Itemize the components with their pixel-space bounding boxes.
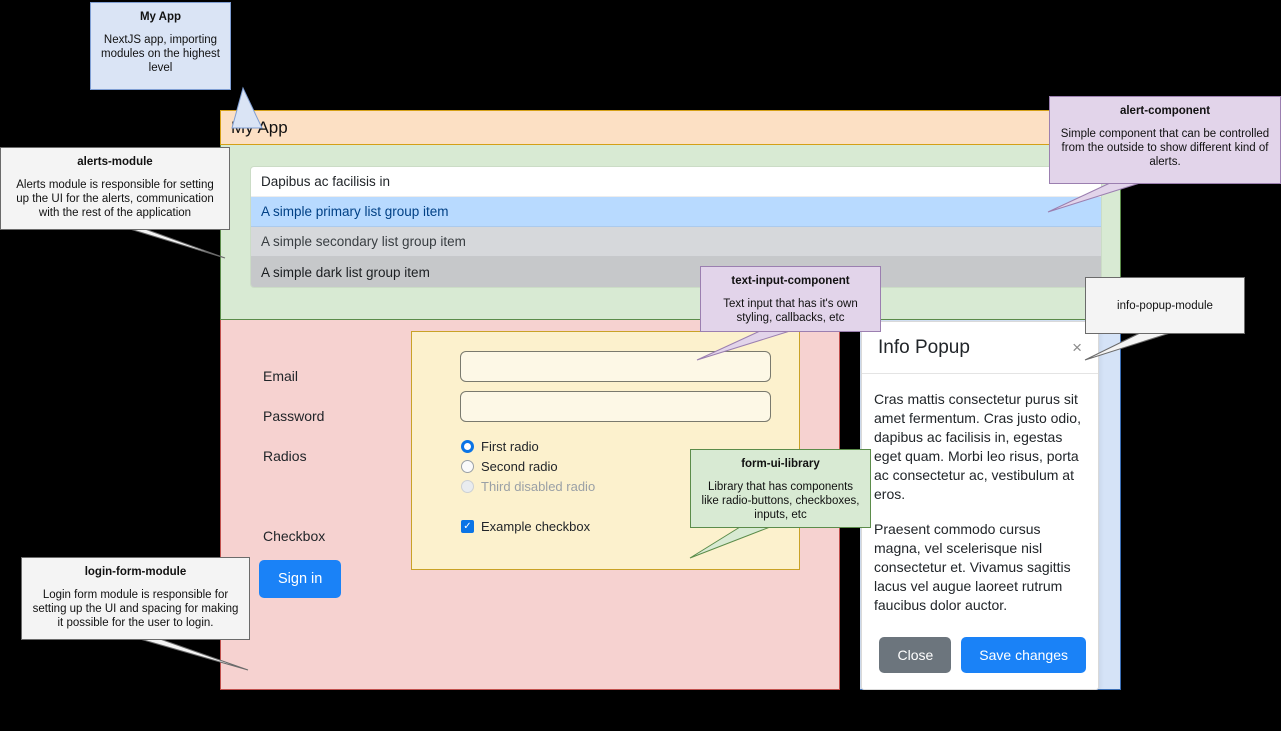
checkbox-label: Checkbox [263, 528, 326, 544]
checkbox-checked-icon: ✓ [461, 520, 474, 533]
close-icon[interactable]: × [1072, 339, 1082, 356]
radio-first[interactable]: First radio [461, 439, 539, 454]
radio-third-disabled: Third disabled radio [461, 479, 595, 494]
info-popup-dialog: Info Popup × Cras mattis consectetur pur… [861, 321, 1099, 690]
page-title: My App [231, 117, 288, 137]
callout-title: alert-component [1119, 105, 1211, 117]
callout-title: alerts-module [77, 156, 153, 168]
list-item[interactable]: A simple primary list group item [251, 197, 1101, 227]
radio-label: First radio [481, 439, 539, 454]
callout-info-popup-module: info-popup-module [1085, 277, 1245, 334]
list-item-label: Dapibus ac facilisis in [261, 174, 391, 189]
list-item-label: A simple secondary list group item [261, 234, 466, 249]
info-popup-title: Info Popup [878, 336, 970, 358]
sign-in-button[interactable]: Sign in [259, 560, 342, 598]
close-button[interactable]: Close [879, 637, 952, 673]
radio-disabled-icon [461, 480, 474, 493]
app-header: My App [220, 110, 1121, 145]
radio-unchecked-icon [461, 460, 474, 473]
alert-list-group: Dapibus ac facilisis in A simple primary… [251, 167, 1101, 287]
callout-body: NextJS app, importing modules on the hig… [101, 34, 220, 74]
callout-title: text-input-component [731, 275, 850, 287]
radio-second[interactable]: Second radio [461, 459, 558, 474]
password-label: Password [263, 408, 325, 424]
example-checkbox[interactable]: ✓ Example checkbox [461, 519, 590, 534]
checkbox-label: Example checkbox [481, 519, 591, 534]
callout-title: info-popup-module [1117, 299, 1213, 312]
list-item[interactable]: Dapibus ac facilisis in [251, 167, 1101, 197]
callout-alert-component: alert-component Simple component that ca… [1049, 96, 1281, 184]
callout-body: Simple component that can be controlled … [1060, 128, 1270, 168]
callout-title: form-ui-library [741, 458, 820, 470]
callout-body: Login form module is responsible for set… [32, 589, 239, 629]
callout-title: My App [139, 11, 182, 23]
email-field[interactable] [460, 351, 771, 382]
radio-label: Third disabled radio [481, 479, 596, 494]
radio-label: Second radio [481, 459, 558, 474]
callout-my-app: My App NextJS app, importing modules on … [90, 2, 231, 90]
save-changes-button[interactable]: Save changes [961, 637, 1086, 673]
info-popup-paragraph-2: Praesent commodo cursus magna, vel scele… [874, 521, 1071, 613]
info-popup-body: Cras mattis consectetur purus sit amet f… [862, 374, 1098, 615]
callout-login-form-module: login-form-module Login form module is r… [21, 557, 250, 640]
callout-alerts-module: alerts-module Alerts module is responsib… [0, 147, 230, 230]
diagram-canvas: My App Dapibus ac facilisis in A simple … [0, 0, 1281, 731]
callout-body: Alerts module is responsible for setting… [16, 179, 214, 219]
callout-body: Library that has components like radio-b… [701, 481, 860, 521]
info-popup-paragraph-1: Cras mattis consectetur purus sit amet f… [874, 391, 1081, 502]
list-item[interactable]: A simple secondary list group item [251, 227, 1101, 257]
callout-title: login-form-module [84, 566, 187, 578]
alerts-module-region: Dapibus ac facilisis in A simple primary… [220, 145, 1121, 320]
radio-checked-icon [461, 440, 474, 453]
list-item-label: A simple primary list group item [261, 204, 449, 219]
list-item-label: A simple dark list group item [261, 264, 430, 280]
info-popup-footer: Close Save changes [879, 637, 1086, 673]
radios-label: Radios [263, 448, 307, 464]
callout-body: Text input that has it's own styling, ca… [723, 298, 858, 324]
callout-form-ui-library: form-ui-library Library that has compone… [690, 449, 871, 528]
info-popup-header: Info Popup × [862, 322, 1098, 374]
callout-text-input-component: text-input-component Text input that has… [700, 266, 881, 332]
email-label: Email [263, 368, 299, 384]
list-item[interactable]: A simple dark list group item [251, 257, 1101, 287]
password-field[interactable] [460, 391, 771, 422]
